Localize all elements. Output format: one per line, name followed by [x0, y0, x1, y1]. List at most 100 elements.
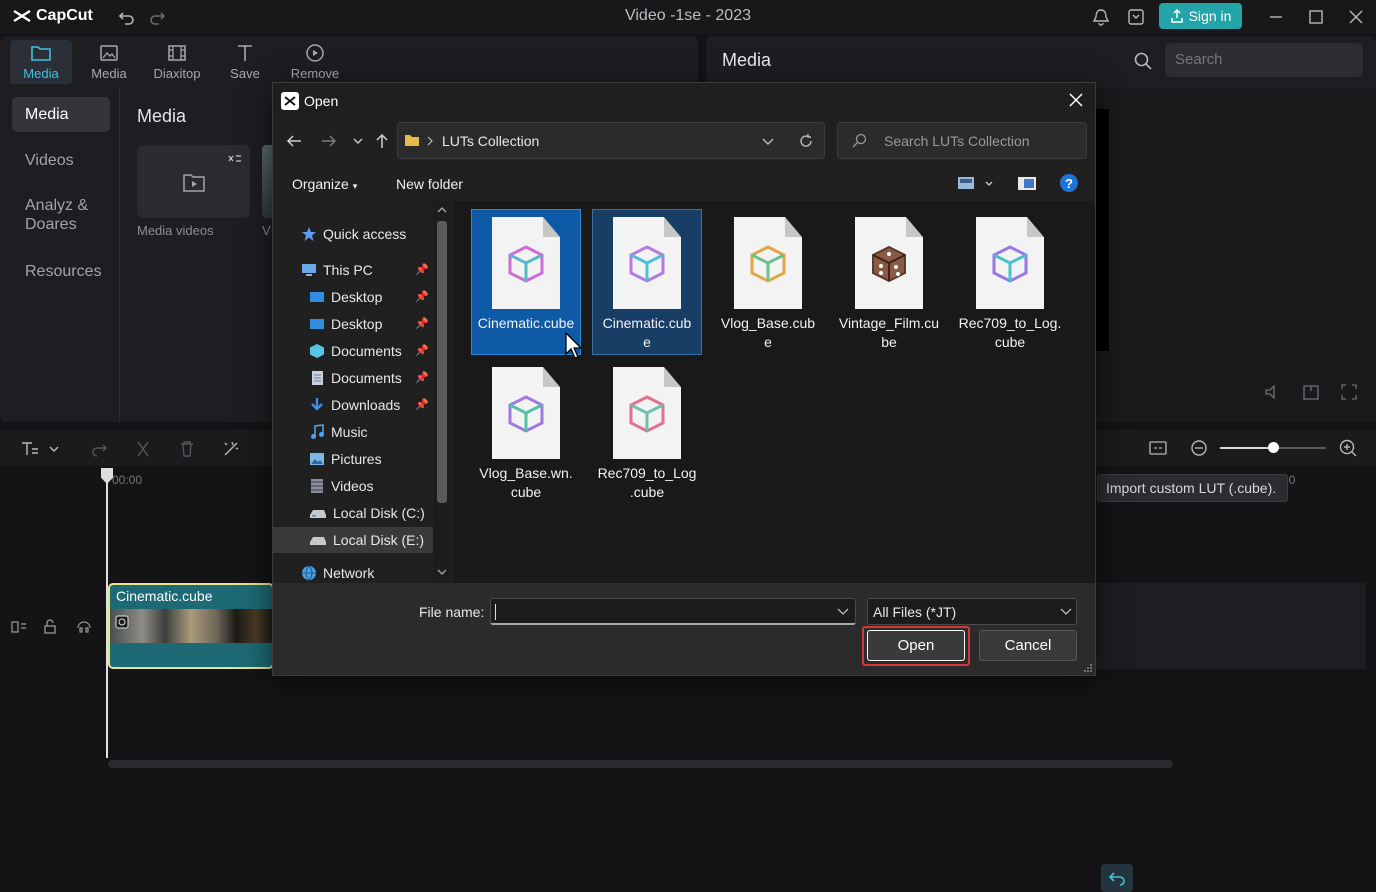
tree-item-desktop-2[interactable]: Desktop 📌	[273, 311, 433, 337]
view-options-icon[interactable]	[957, 175, 997, 193]
pin-icon: 📌	[415, 399, 429, 411]
tree-scrollbar[interactable]	[433, 201, 451, 583]
zoom-in-icon[interactable]	[1339, 439, 1357, 457]
tree-label: Pictures	[331, 451, 382, 467]
file-item[interactable]: Rec709_to_Log .cube	[592, 359, 702, 505]
address-bar[interactable]: LUTs Collection	[397, 122, 825, 159]
select-tool-icon[interactable]	[20, 440, 60, 458]
file-type-value: All Files (*JT)	[873, 604, 957, 620]
dialog-close-icon[interactable]	[1067, 91, 1085, 109]
toolbar-media-button[interactable]: Media	[10, 40, 72, 84]
clip-label: Cinematic.cube	[116, 588, 213, 604]
import-media-card[interactable]	[137, 145, 250, 218]
tree-label: Quick access	[323, 226, 407, 242]
playhead[interactable]	[106, 470, 108, 758]
zoom-out-icon[interactable]	[1190, 439, 1208, 457]
dialog-search-input[interactable]: Search LUTs Collection	[837, 122, 1087, 159]
toolbar-save-button[interactable]: Save	[214, 40, 276, 84]
tree-item-videos[interactable]: Videos	[273, 473, 433, 499]
folder-yellow-icon	[405, 135, 419, 146]
delete-icon[interactable]	[178, 440, 196, 458]
file-item[interactable]: Vlog_Base.cub e	[713, 209, 823, 355]
file-item[interactable]: Vlog_Base.wn. cube	[471, 359, 581, 505]
sign-in-button[interactable]: Sign in	[1159, 3, 1242, 29]
timeline-clip[interactable]: Cinematic.cube	[108, 583, 274, 669]
media-thumbnail[interactable]	[262, 145, 272, 218]
file-name: Rec709_to_Log .cube	[597, 465, 697, 500]
lock-icon[interactable]	[42, 619, 58, 635]
tree-item-local-disk-e[interactable]: Local Disk (E:)	[273, 527, 433, 553]
file-type-select[interactable]: All Files (*JT)	[867, 598, 1077, 625]
nav-item-resources[interactable]: Resources	[12, 254, 110, 289]
scroll-down-icon[interactable]	[436, 567, 448, 577]
caption-icon[interactable]	[1148, 439, 1168, 457]
track-visibility-icon[interactable]	[10, 619, 28, 635]
file-name-label: File name:	[419, 604, 485, 620]
tree-item-local-disk-c[interactable]: Local Disk (C:)	[273, 500, 433, 526]
tree-item-music[interactable]: Music	[273, 419, 433, 445]
tree-item-quick-access[interactable]: Quick access	[273, 221, 433, 247]
tree-item-network[interactable]: Network	[273, 563, 433, 583]
file-item[interactable]: Cinematic.cub e	[592, 209, 702, 355]
zoom-slider-handle[interactable]	[1268, 442, 1279, 453]
cancel-button[interactable]: Cancel	[979, 630, 1077, 661]
redo-timeline-icon[interactable]	[90, 440, 108, 458]
search-input[interactable]: Search	[1165, 43, 1363, 77]
organize-button[interactable]: Organize ▾	[292, 176, 357, 192]
file-item[interactable]: Rec709_to_Log. cube	[955, 209, 1065, 355]
file-item[interactable]: Vintage_Film.cu be	[834, 209, 944, 355]
fullscreen-icon[interactable]	[1340, 383, 1358, 401]
magic-icon[interactable]	[222, 440, 240, 458]
timeline-scrollbar[interactable]	[108, 760, 1173, 768]
bell-icon[interactable]	[1092, 8, 1110, 26]
file-name-dropdown-icon[interactable]	[837, 607, 849, 617]
tree-item-documents-1[interactable]: Documents 📌	[273, 338, 433, 364]
crop-icon[interactable]	[1302, 383, 1320, 401]
mouse-cursor-icon	[565, 332, 583, 359]
import-lut-button[interactable]	[1101, 864, 1133, 892]
feedback-icon[interactable]	[1127, 8, 1145, 26]
split-icon[interactable]	[134, 440, 152, 458]
close-window-icon[interactable]	[1348, 9, 1364, 25]
toolbar-media-2-button[interactable]: Media	[78, 40, 140, 84]
back-arrow-icon[interactable]	[285, 132, 303, 150]
search-icon[interactable]	[1134, 52, 1152, 70]
pin-icon: 📌	[415, 345, 429, 357]
folder-icon	[31, 46, 51, 61]
minimize-icon[interactable]	[1268, 9, 1284, 25]
preview-pane-icon[interactable]	[1017, 175, 1037, 193]
volume-icon[interactable]	[1264, 384, 1282, 400]
tree-label: Music	[331, 424, 368, 440]
media-heading: Media	[137, 106, 187, 126]
tree-scroll-thumb[interactable]	[437, 221, 447, 503]
help-icon[interactable]: ?	[1059, 173, 1079, 193]
toolbar-diaxitop-button[interactable]: Diaxitop	[146, 40, 208, 84]
open-button[interactable]: Open	[867, 630, 965, 661]
nav-item-analyz[interactable]: Analyz & Doares	[12, 188, 110, 242]
cube-file-icon	[492, 217, 560, 309]
folder-play-icon	[183, 174, 205, 192]
scroll-up-icon[interactable]	[436, 205, 448, 215]
file-name: Vlog_Base.cub e	[720, 315, 816, 350]
refresh-icon[interactable]	[798, 133, 814, 149]
up-arrow-icon[interactable]	[373, 132, 391, 150]
audio-icon[interactable]	[76, 619, 92, 635]
recent-locations-icon[interactable]	[352, 135, 364, 147]
resize-grip-icon[interactable]	[1083, 663, 1093, 673]
tree-item-documents-2[interactable]: Documents 📌	[273, 365, 433, 391]
tree-item-this-pc[interactable]: This PC 📌	[273, 257, 433, 283]
new-folder-button[interactable]: New folder	[396, 176, 463, 192]
tree-label: Documents	[331, 370, 402, 386]
side-nav: Media Videos Analyz & Doares Resources	[0, 88, 120, 422]
tree-item-downloads[interactable]: Downloads 📌	[273, 392, 433, 418]
timecode-start: 00:00	[112, 473, 143, 487]
forward-arrow-icon[interactable]	[320, 132, 338, 150]
tree-item-desktop-1[interactable]: Desktop 📌	[273, 284, 433, 310]
tree-item-pictures[interactable]: Pictures	[273, 446, 433, 472]
address-dropdown-icon[interactable]	[762, 136, 774, 148]
nav-item-media[interactable]: Media	[12, 97, 110, 132]
nav-item-videos[interactable]: Videos	[12, 143, 110, 178]
toolbar-remove-button[interactable]: Remove	[284, 40, 346, 84]
file-name-input[interactable]	[490, 598, 856, 625]
maximize-icon[interactable]	[1308, 9, 1324, 25]
